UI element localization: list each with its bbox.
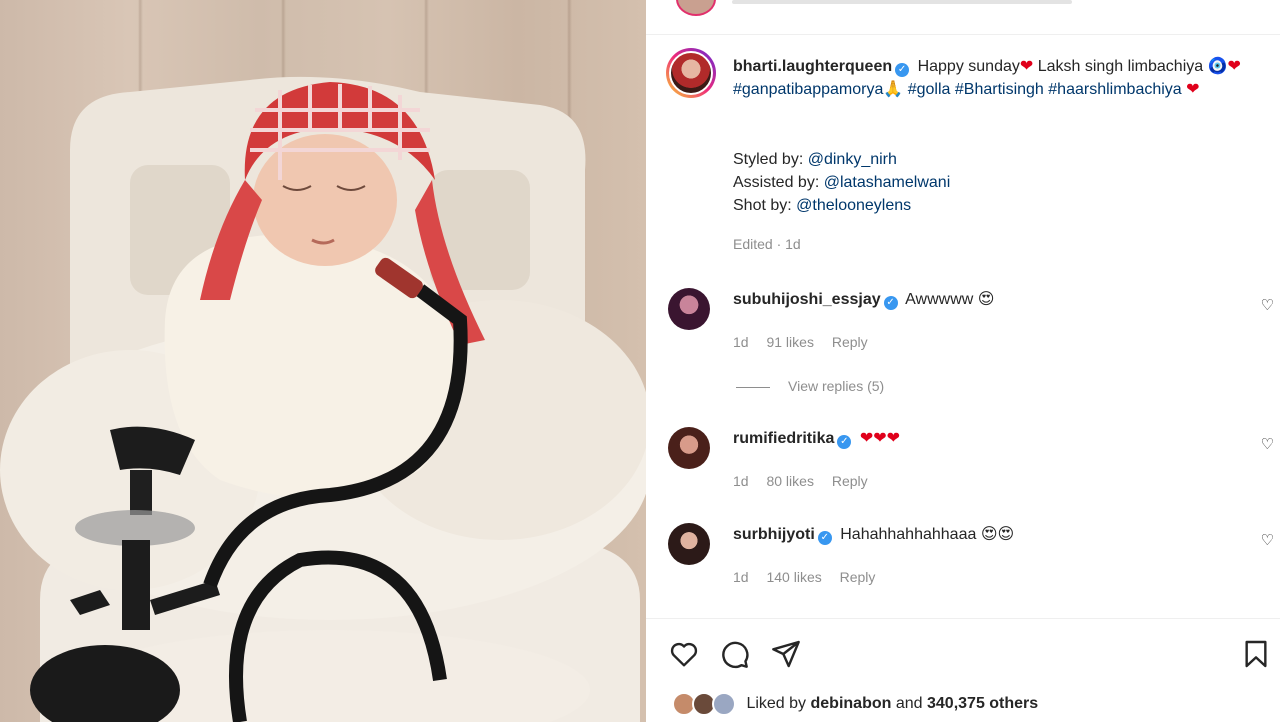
comment-text: surbhijyoti ✓ Hahahhahhahhaaa 😍😍 — [733, 523, 1014, 546]
baby-photo-illustration — [0, 76, 646, 722]
post-action-bar — [668, 638, 1268, 670]
likes-summary: Liked by debinabon and 340,375 others — [672, 692, 1038, 716]
liker-avatars[interactable] — [672, 692, 740, 716]
heart-icon[interactable] — [668, 638, 700, 670]
likes-count[interactable]: 340,375 others — [927, 695, 1038, 712]
nazar-emoji: 🧿 — [1207, 58, 1228, 75]
comment-text: subuhijoshi_essjay ✓ Awwwww 😍 — [733, 288, 994, 311]
comment-time: 1d — [733, 473, 749, 489]
verified-badge-icon: ✓ — [817, 531, 832, 545]
comment-time: 1d — [733, 569, 749, 585]
commenter-username[interactable]: rumifiedritika — [733, 430, 834, 447]
divider — [646, 618, 1280, 619]
reply-button[interactable]: Reply — [832, 334, 868, 350]
comment-text: rumifiedritika ✓ ❤❤❤ — [733, 427, 900, 450]
comment-like-heart-icon[interactable]: ♡ — [1261, 435, 1274, 453]
comment-actions: 1d 140 likes Reply — [733, 569, 889, 585]
previous-comment-text — [732, 0, 1072, 4]
view-replies-label: View replies (5) — [788, 378, 885, 394]
liker-username[interactable]: debinabon — [811, 695, 892, 712]
comment-body: Hahahhahhahhaaa — [840, 526, 977, 543]
verified-badge-icon: ✓ — [895, 63, 910, 77]
liker-avatar — [712, 692, 736, 716]
paper-plane-icon[interactable] — [770, 638, 802, 670]
comment-like-heart-icon[interactable]: ♡ — [1261, 296, 1274, 314]
commenter-username[interactable]: surbhijyoti — [733, 526, 815, 543]
reply-button[interactable]: Reply — [832, 473, 868, 489]
commenter-avatar[interactable] — [668, 288, 710, 330]
comment-time: 1d — [733, 334, 749, 350]
comment-emoji: 😍😍 — [980, 526, 1015, 543]
commenter-username[interactable]: subuhijoshi_essjay — [733, 291, 881, 308]
credit-label: Assisted by: — [733, 174, 820, 191]
hashtag-link[interactable]: #Bhartisingh — [955, 81, 1044, 98]
comment-actions: 1d 91 likes Reply — [733, 334, 882, 350]
heart-emoji: ❤ — [1227, 58, 1241, 75]
pray-emoji: 🙏 — [883, 81, 904, 98]
heart-emoji: ❤ — [1186, 81, 1200, 98]
credit-label: Shot by: — [733, 197, 792, 214]
caption-text: Happy sunday — [917, 58, 1020, 75]
mention-link[interactable]: @latashamelwani — [824, 174, 951, 191]
comment-bubble-icon[interactable] — [718, 638, 750, 670]
post-detail-panel: bharti.laughterqueen ✓ Happy sunday❤ Laks… — [646, 0, 1280, 722]
comment-like-heart-icon[interactable]: ♡ — [1261, 531, 1274, 549]
verified-badge-icon: ✓ — [837, 435, 852, 449]
verified-badge-icon: ✓ — [883, 296, 898, 310]
comment-body: Awwwww — [905, 291, 974, 308]
edited-timestamp: Edited · 1d — [733, 236, 801, 252]
hashtag-link[interactable]: #ganpatibappamorya — [733, 81, 883, 98]
post-credits: Styled by: @dinky_nirh Assisted by: @lat… — [733, 148, 950, 217]
bookmark-icon[interactable] — [1240, 638, 1272, 670]
comment-likes[interactable]: 80 likes — [766, 473, 813, 489]
comment-likes[interactable]: 91 likes — [766, 334, 813, 350]
comment: surbhijyoti ✓ Hahahhahhahhaaa 😍😍 1d 140 l… — [668, 523, 1274, 585]
comment-emoji: 😍 — [977, 291, 995, 308]
post-caption: bharti.laughterqueen ✓ Happy sunday❤ Laks… — [733, 55, 1253, 101]
post-photo — [0, 0, 646, 722]
hashtag-link[interactable]: #haarshlimbachiya — [1048, 81, 1181, 98]
heart-emoji: ❤ — [1019, 58, 1034, 75]
commenter-avatar[interactable] — [668, 523, 710, 565]
author-username[interactable]: bharti.laughterqueen — [733, 58, 892, 75]
previous-comment-avatar[interactable] — [676, 0, 716, 16]
divider — [646, 34, 1280, 35]
commenter-avatar[interactable] — [668, 427, 710, 469]
author-avatar[interactable] — [666, 48, 716, 98]
likes-middle: and — [895, 695, 923, 713]
comment-emoji: ❤❤❤ — [859, 430, 901, 447]
comment: rumifiedritika ✓ ❤❤❤ 1d 80 likes Reply ♡ — [668, 427, 1274, 489]
replies-dash — [736, 386, 770, 388]
comment-likes[interactable]: 140 likes — [766, 569, 821, 585]
caption-text-2: Laksh singh limbachiya — [1037, 58, 1204, 75]
comment: subuhijoshi_essjay ✓ Awwwww 😍 1d 91 likes… — [668, 288, 1274, 350]
credit-label: Styled by: — [733, 151, 804, 168]
mention-link[interactable]: @dinky_nirh — [808, 151, 897, 168]
view-replies-button[interactable]: View replies (5) — [736, 378, 884, 394]
comment-actions: 1d 80 likes Reply — [733, 473, 882, 489]
reply-button[interactable]: Reply — [840, 569, 876, 585]
hashtag-link[interactable]: #golla — [908, 81, 951, 98]
likes-prefix: Liked by — [746, 695, 807, 713]
mention-link[interactable]: @thelooneylens — [796, 197, 911, 214]
